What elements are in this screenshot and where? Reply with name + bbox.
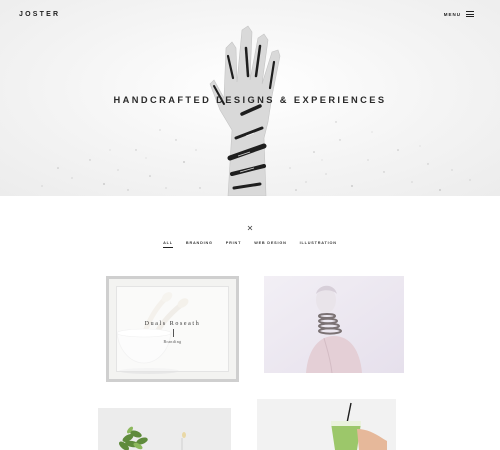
card-separator <box>172 329 174 337</box>
lettered-hand-illustration <box>209 25 281 196</box>
portfolio-item-drink[interactable] <box>257 399 396 450</box>
portfolio-item-plant[interactable] <box>98 408 231 450</box>
portfolio-item-bowl[interactable]: Duals Roseath Branding <box>106 276 239 382</box>
hero-section: JOSTER MENU HANDCRAFTED DESIGNS & EXPERI… <box>0 0 500 196</box>
portfolio-filters: ALL BRANDING PRINT WEB DESIGN ILLUSTRATI… <box>0 241 500 248</box>
filter-illustration[interactable]: ILLUSTRATION <box>300 241 337 248</box>
filter-branding[interactable]: BRANDING <box>186 241 213 248</box>
filter-web-design[interactable]: WEB DESIGN <box>254 241 286 248</box>
card-title: Duals Roseath <box>144 321 201 327</box>
portrait-image <box>264 276 404 373</box>
drink-image <box>257 399 396 450</box>
hero-title: HANDCRAFTED DESIGNS & EXPERIENCES <box>113 95 387 105</box>
filter-all[interactable]: ALL <box>163 241 173 248</box>
plant-image <box>98 408 231 450</box>
card-category: Branding <box>163 339 182 344</box>
portfolio-item-portrait[interactable] <box>264 276 404 373</box>
filter-print[interactable]: PRINT <box>226 241 241 248</box>
close-icon[interactable] <box>244 222 256 234</box>
